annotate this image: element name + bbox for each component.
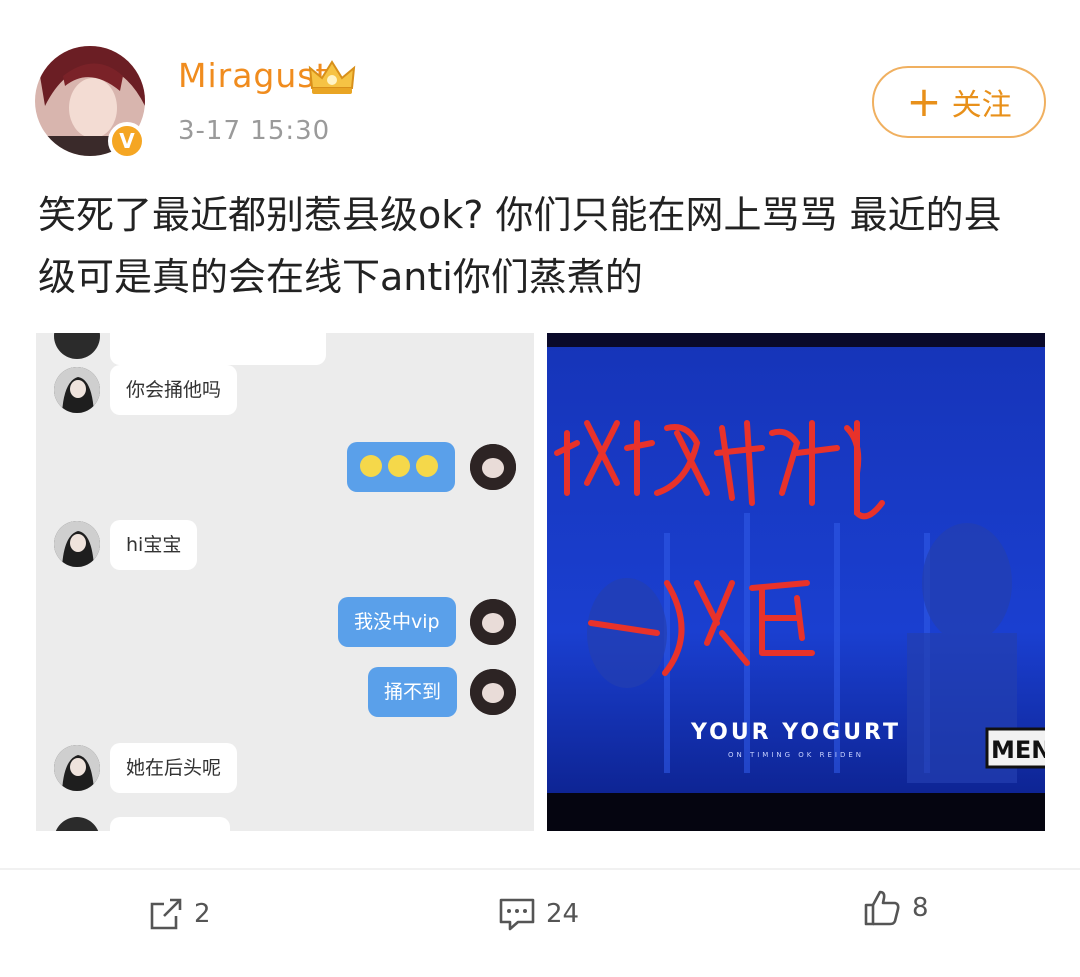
- chat-bubble: 捅不到: [368, 667, 458, 717]
- post-image-concert[interactable]: YOUR YOGURT ON TIMING OK REIDEN MEN: [547, 333, 1045, 831]
- chat-avatar: [54, 745, 100, 791]
- chat-bubble: [110, 333, 326, 365]
- comment-count: 24: [546, 899, 580, 929]
- smile-emoji-icon: [416, 454, 438, 477]
- chat-bubble: [110, 817, 230, 831]
- chat-avatar: [54, 817, 100, 831]
- follow-label: 关注: [951, 88, 1012, 123]
- like-count: 8: [912, 893, 929, 923]
- chat-bubble-emoji: [347, 442, 455, 492]
- smile-emoji-icon: [360, 454, 382, 477]
- svg-text:MEN: MEN: [991, 736, 1045, 764]
- smile-emoji-icon: [388, 454, 410, 477]
- weibo-post: V Miragust 3-17 15:30 + 关注 笑死了最近都别惹县级ok?…: [0, 0, 1080, 977]
- chat-bubble: hi宝宝: [110, 520, 198, 570]
- chat-avatar: [54, 521, 100, 567]
- chat-avatar: [54, 333, 100, 359]
- like-button[interactable]: 8: [862, 886, 929, 930]
- verified-badge-icon: V: [108, 122, 146, 160]
- action-divider: [0, 868, 1080, 870]
- post-text: 笑死了最近都别惹县级ok? 你们只能在网上骂骂 最近的县级可是真的会在线下ant…: [38, 193, 1002, 299]
- chat-bubble: 我没中vip: [338, 597, 456, 647]
- repost-button[interactable]: 2: [148, 892, 211, 936]
- chat-avatar-self: [470, 444, 516, 490]
- chat-bubble: 她在后头呢: [110, 743, 238, 793]
- plus-icon: +: [906, 77, 942, 126]
- chat-avatar-self: [470, 599, 516, 645]
- thumbs-up-icon: [864, 890, 900, 926]
- comment-button[interactable]: 24: [498, 892, 579, 936]
- post-image-chat[interactable]: 你会捅他吗 hi宝宝 我没中vip 捅不到 她在后头呢: [36, 333, 534, 831]
- share-icon: [150, 898, 182, 930]
- chat-bubble: 你会捅他吗: [110, 365, 238, 415]
- svg-text:ON TIMING OK REIDEN: ON TIMING OK REIDEN: [728, 751, 864, 759]
- svg-text:YOUR YOGURT: YOUR YOGURT: [690, 720, 901, 745]
- crown-icon: [308, 60, 356, 94]
- comment-icon: [499, 898, 535, 931]
- repost-count: 2: [194, 899, 211, 929]
- follow-button[interactable]: + 关注: [872, 66, 1046, 138]
- post-time: 3-17 15:30: [178, 116, 331, 146]
- chat-avatar-self: [470, 669, 516, 715]
- chat-avatar: [54, 367, 100, 413]
